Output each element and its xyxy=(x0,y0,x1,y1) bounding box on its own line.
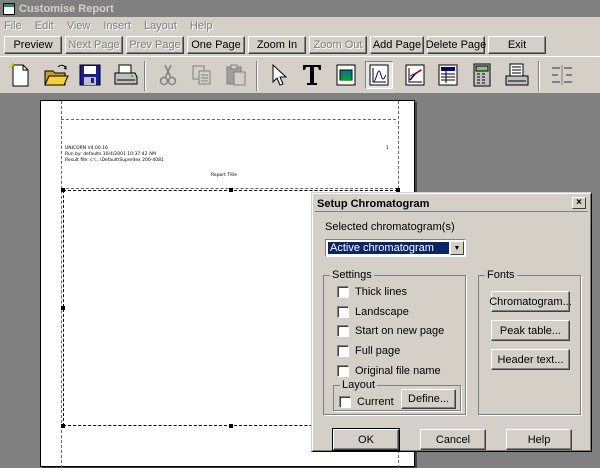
title-bar: Customise Report xyxy=(0,0,600,17)
header-result-file: Result file: c:\...\Default\Superdex 200… xyxy=(65,158,164,163)
layout-current-checkbox[interactable] xyxy=(339,396,351,408)
margin-guide xyxy=(61,101,62,468)
layout-current-label: Current xyxy=(357,396,394,408)
thick-lines-checkbox[interactable] xyxy=(337,286,349,298)
close-icon[interactable]: × xyxy=(572,197,586,209)
menu-bar: File Edit View Insert Layout Help xyxy=(0,17,600,34)
menu-help[interactable]: Help xyxy=(190,20,213,32)
chromatogram-font-button[interactable]: Chromatogram... xyxy=(489,291,572,312)
chromatogram-icon[interactable] xyxy=(365,61,393,89)
selection-handle[interactable] xyxy=(61,306,65,310)
copy-icon[interactable] xyxy=(188,61,216,89)
full-page-option[interactable]: Full page xyxy=(337,345,400,357)
next-page-button[interactable]: Next Page xyxy=(65,36,123,54)
peak-table-font-button[interactable]: Peak table... xyxy=(491,320,570,341)
table-icon[interactable] xyxy=(434,61,462,89)
menu-edit[interactable]: Edit xyxy=(35,20,54,32)
menu-view[interactable]: View xyxy=(67,20,91,32)
selection-handle[interactable] xyxy=(229,424,233,428)
dialog-title-bar: Setup Chromatogram × xyxy=(315,196,588,212)
dialog-title: Setup Chromatogram xyxy=(317,197,430,210)
fonts-group-title: Fonts xyxy=(485,269,517,281)
ok-button[interactable]: OK xyxy=(332,428,400,451)
header-page-number: 1 xyxy=(386,146,389,151)
help-button[interactable]: Help xyxy=(506,429,572,450)
curve-icon[interactable] xyxy=(401,61,429,89)
landscape-checkbox[interactable] xyxy=(337,306,349,318)
zoom-out-button[interactable]: Zoom Out xyxy=(309,36,367,54)
calculator-icon[interactable] xyxy=(468,61,496,89)
picture-icon[interactable] xyxy=(332,61,360,89)
print-icon[interactable] xyxy=(112,61,140,89)
app-icon xyxy=(3,2,15,15)
menu-insert[interactable]: Insert xyxy=(103,20,131,32)
margin-guide xyxy=(61,119,396,120)
thick-lines-option[interactable]: Thick lines xyxy=(337,286,407,298)
new-page-icon[interactable] xyxy=(6,61,34,89)
header-text-font-button[interactable]: Header text... xyxy=(491,349,570,370)
layout-current-option[interactable]: Current xyxy=(339,396,394,408)
open-icon[interactable] xyxy=(42,61,70,89)
toolbar-separator xyxy=(538,61,540,91)
instrument-icon[interactable] xyxy=(503,61,531,89)
chevron-down-icon[interactable]: ▼ xyxy=(450,241,464,255)
add-page-button[interactable]: Add Page xyxy=(370,36,424,54)
selection-handle[interactable] xyxy=(229,188,233,192)
landscape-option[interactable]: Landscape xyxy=(337,306,409,318)
exit-button[interactable]: Exit xyxy=(488,36,546,54)
settings-group-title: Settings xyxy=(330,269,374,281)
align-icon[interactable] xyxy=(548,61,576,89)
start-on-new-page-label: Start on new page xyxy=(355,325,445,337)
delete-page-button[interactable]: Delete Page xyxy=(426,36,486,54)
menu-file[interactable]: File xyxy=(4,20,22,32)
selection-handle[interactable] xyxy=(61,188,65,192)
cancel-button[interactable]: Cancel xyxy=(420,429,486,450)
define-layout-button[interactable]: Define... xyxy=(401,389,456,409)
selected-chromatogram-value: Active chromatogram xyxy=(328,242,449,254)
original-file-name-label: Original file name xyxy=(355,365,441,377)
window-title: Customise Report xyxy=(19,2,114,15)
cut-icon[interactable] xyxy=(154,61,182,89)
start-on-new-page-checkbox[interactable] xyxy=(337,325,349,337)
original-file-name-checkbox[interactable] xyxy=(337,365,349,377)
navigation-button-bar: Preview Next Page Prev Page One Page Zoo… xyxy=(0,34,600,56)
text-icon[interactable] xyxy=(298,61,326,89)
icon-toolbar xyxy=(0,56,600,94)
zoom-in-button[interactable]: Zoom In xyxy=(248,36,306,54)
toolbar-separator xyxy=(144,61,146,91)
full-page-label: Full page xyxy=(355,345,401,357)
paste-icon[interactable] xyxy=(222,61,250,89)
setup-chromatogram-dialog: Setup Chromatogram × Selected chromatogr… xyxy=(311,192,592,452)
landscape-label: Landscape xyxy=(355,306,409,318)
menu-layout[interactable]: Layout xyxy=(144,20,177,32)
prev-page-button[interactable]: Prev Page xyxy=(126,36,184,54)
full-page-checkbox[interactable] xyxy=(337,345,349,357)
selected-chromatogram-select[interactable]: Active chromatogram ▼ xyxy=(325,239,466,257)
one-page-button[interactable]: One Page xyxy=(187,36,245,54)
report-title: Report Title xyxy=(211,173,237,178)
selected-chromatogram-label: Selected chromatogram(s) xyxy=(325,221,455,233)
toolbar-separator xyxy=(256,61,258,91)
pointer-icon[interactable] xyxy=(264,61,292,89)
layout-group-title: Layout xyxy=(340,379,378,391)
start-on-new-page-option[interactable]: Start on new page xyxy=(337,325,444,337)
thick-lines-label: Thick lines xyxy=(355,286,407,298)
selection-handle[interactable] xyxy=(61,424,65,428)
save-icon[interactable] xyxy=(76,61,104,89)
original-file-name-option[interactable]: Original file name xyxy=(337,365,441,377)
preview-button[interactable]: Preview xyxy=(4,36,62,54)
